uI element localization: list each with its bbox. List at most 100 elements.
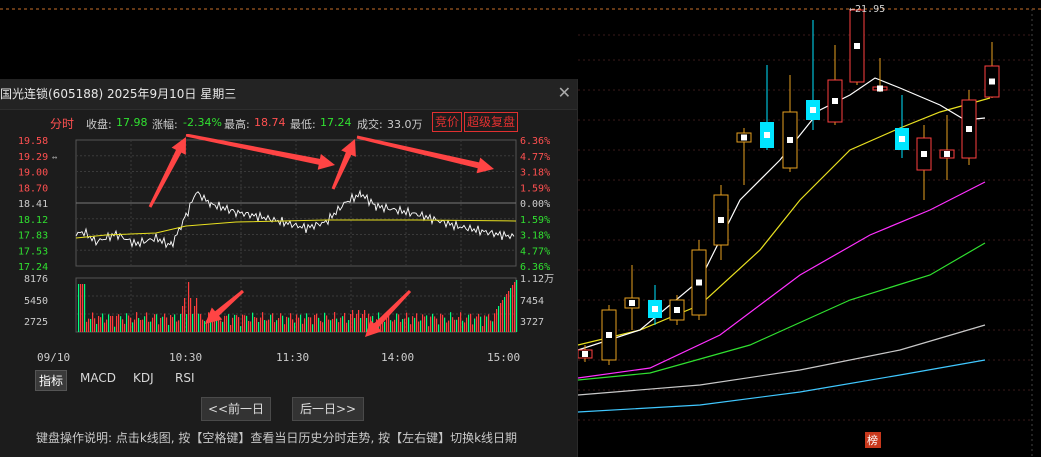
price-tick-left: 18.70 (18, 183, 48, 194)
expand-icon[interactable]: ↔ (52, 153, 58, 163)
volume-bar (312, 324, 314, 332)
volume-bar (108, 314, 110, 332)
price-tick-right: 1.59% (520, 215, 550, 226)
volume-bar (478, 313, 480, 332)
candle-marker (921, 151, 927, 157)
candle-marker (989, 78, 995, 85)
volume-bar (298, 317, 300, 332)
volume-bar (346, 322, 348, 332)
volume-bar (410, 324, 412, 332)
volume-bar (202, 319, 204, 332)
volume-bar (234, 314, 236, 332)
volume-bar (324, 312, 326, 332)
time-label: 10:30 (169, 351, 202, 364)
volume-bar (290, 313, 292, 332)
volume-bar (84, 284, 86, 332)
volume-bar (392, 321, 394, 332)
volume-bar (336, 318, 338, 332)
intraday-grid (75, 139, 517, 333)
candlesticks (577, 9, 1000, 365)
volume-bar (246, 315, 248, 332)
volume-bar (136, 312, 138, 332)
volume-bar (512, 285, 514, 332)
volume-bar (142, 319, 144, 332)
volume-bar (476, 316, 478, 332)
price-tick-left: 17.24 (18, 262, 48, 273)
volume-bar (332, 318, 334, 332)
volume-bar (128, 315, 130, 332)
volume-bar (138, 318, 140, 332)
price-tick-right: 3.18% (520, 231, 550, 242)
low-label: 最低: (290, 118, 316, 131)
volume-label: 成交: (357, 118, 383, 131)
volume-bar (500, 303, 502, 332)
tab-macd[interactable]: MACD (77, 370, 119, 386)
volume-bar (154, 314, 156, 332)
volume-bar (390, 320, 392, 332)
volume-bar (350, 314, 352, 332)
volume-bar (166, 317, 168, 332)
volume-bar (406, 312, 408, 332)
volume-bar (80, 284, 82, 332)
volume-bar (466, 317, 468, 332)
volume-bar (444, 317, 446, 332)
volume-bar (398, 314, 400, 332)
volume-bar (430, 316, 432, 332)
volume-bar (352, 310, 354, 332)
ma-line (577, 242, 986, 381)
tab-indicator[interactable]: 指标 (35, 370, 68, 391)
volume-bar (434, 316, 436, 332)
volume-bar (322, 322, 324, 332)
volume-bar (78, 284, 80, 332)
super-replay-button[interactable]: 超级复盘 (464, 112, 519, 132)
volume-tick-right: 7454 (520, 296, 544, 307)
intraday-popup: 国光连锁(605188) 2025年9月10日 星期三 ✕ 分时 收盘: 17.… (0, 79, 578, 457)
tab-kdj[interactable]: KDJ (130, 370, 157, 386)
intraday-volume-bars (78, 280, 518, 332)
intraday-chart[interactable]: 19.58 19.29 19.00 18.70 18.41 18.12 17.83 17.53… (0, 134, 577, 366)
volume-bar (426, 315, 428, 332)
volume-bar (490, 320, 492, 332)
volume-bar (156, 314, 158, 332)
volume-bar (110, 315, 112, 332)
intraday-tab[interactable]: 分时 (50, 115, 74, 132)
volume-bar (134, 319, 136, 332)
auction-button[interactable]: 竞价 (432, 112, 463, 132)
price-tick-right: 0.00% (520, 199, 550, 210)
tab-rsi[interactable]: RSI (172, 370, 198, 386)
red-arrow-annotation (356, 135, 494, 174)
volume-bar (420, 320, 422, 332)
volume-tick-right: 3727 (520, 317, 544, 328)
volume-bar (296, 314, 298, 332)
volume-bar (264, 320, 266, 332)
high-value: 18.74 (254, 116, 286, 129)
close-icon[interactable]: ✕ (558, 83, 571, 102)
volume-bar (194, 306, 196, 332)
volume-bar (458, 317, 460, 332)
volume-bar (514, 282, 516, 332)
candle-marker (652, 306, 658, 312)
volume-bar (172, 317, 174, 332)
price-tick-right: 4.77% (520, 246, 550, 257)
popup-titlebar[interactable]: 国光连锁(605188) 2025年9月10日 星期三 ✕ (0, 79, 577, 110)
volume-bar (480, 316, 482, 332)
volume-bar (396, 313, 398, 332)
red-arrow-annotation (331, 139, 356, 190)
keyboard-help-text: 键盘操作说明: 点击k线图, 按【空格键】查看当日历史分时走势, 按【左右键】切… (36, 431, 518, 445)
volume-bar (244, 315, 246, 332)
volume-bar (358, 310, 360, 332)
volume-bar (416, 313, 418, 332)
candle-marker (832, 98, 838, 104)
volume-bar (314, 314, 316, 332)
volume-bar (334, 312, 336, 332)
prev-day-button[interactable]: <<前一日 (201, 397, 271, 421)
volume-bar (486, 316, 488, 332)
volume-bar (320, 320, 322, 332)
volume-bar (366, 318, 368, 332)
next-day-button[interactable]: 后一日>> (292, 397, 364, 421)
volume-bar (266, 320, 268, 332)
volume-bar (114, 326, 116, 332)
volume-bar (492, 321, 494, 332)
volume-bar (174, 314, 176, 332)
volume-bar (446, 322, 448, 332)
